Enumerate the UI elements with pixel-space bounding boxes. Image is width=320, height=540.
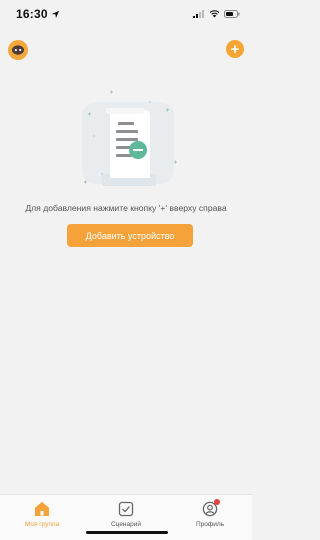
checkbox-icon: [118, 501, 134, 517]
battery-icon: [224, 10, 240, 18]
home-indicator[interactable]: [86, 531, 168, 534]
empty-state-hint: Для добавления нажмите кнопку '+' вверху…: [25, 203, 227, 213]
profile-icon-wrapper: [202, 499, 220, 517]
robot-face-icon: [12, 45, 24, 55]
add-device-button[interactable]: Добавить устройство: [67, 224, 193, 247]
home-icon: [35, 502, 49, 516]
status-icons: [193, 10, 240, 18]
add-device-plus-button[interactable]: +: [226, 40, 244, 58]
tab-scenario-label: Сценарий: [110, 521, 142, 528]
signal-icon: [193, 10, 204, 18]
plus-icon: +: [230, 40, 240, 58]
top-header: +: [0, 36, 252, 64]
wifi-icon: [209, 10, 220, 18]
status-bar: 16:30: [0, 0, 252, 28]
tab-my-group-label: Моя группа: [24, 521, 60, 528]
robot-avatar-icon[interactable]: [8, 40, 28, 60]
notification-badge: [214, 499, 220, 505]
location-arrow-icon: [51, 10, 59, 18]
tab-profile[interactable]: Профиль: [170, 495, 250, 540]
tab-my-group[interactable]: Моя группа: [2, 495, 82, 540]
tab-profile-label: Профиль: [195, 521, 225, 528]
status-time-group: 16:30: [16, 7, 60, 21]
status-time: 16:30: [16, 7, 48, 21]
empty-document-illustration: [82, 90, 177, 186]
